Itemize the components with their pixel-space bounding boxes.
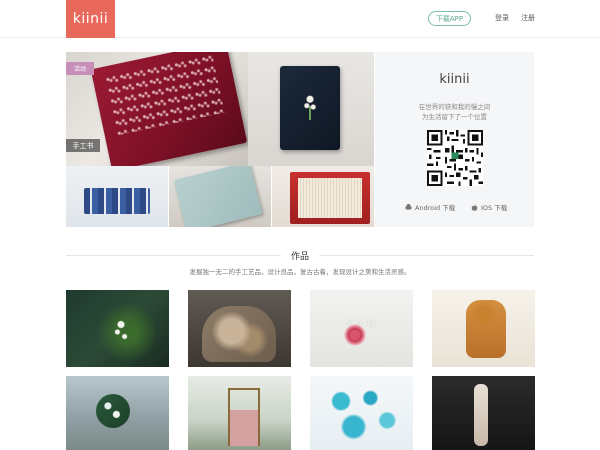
app-download-panel: kiinii 在世界的铁和我的慢之间 为生活留下了一个位置 Android 下载…: [375, 52, 534, 227]
register-link[interactable]: 注册: [521, 13, 535, 23]
works-section-title: 作品: [0, 249, 600, 262]
hero-image-green-book[interactable]: [169, 166, 271, 227]
panel-slogan-line2: 为生活留下了一个位置: [422, 113, 487, 121]
works-section-subtitle: 发掘独一无二的手工艺品，设计良品，复古古着，发现设计之美和生活灵感。: [189, 268, 411, 276]
red-notebook-image: [90, 52, 248, 166]
gallery-item-red-brooch[interactable]: YAN: [310, 290, 413, 367]
ios-download-label: IOS 下载: [481, 204, 508, 212]
android-download-label: Android 下载: [415, 204, 456, 212]
gallery-item-wooden-dog[interactable]: [432, 290, 535, 367]
top-header: kiinii 下载APP 登录 注册: [0, 0, 600, 38]
ios-download-link[interactable]: IOS 下载: [471, 202, 507, 212]
gallery-item-hanging-bag[interactable]: [188, 376, 291, 450]
category-badge: 手工书: [66, 139, 100, 152]
gallery-item-lily-of-the-valley[interactable]: [66, 290, 169, 367]
hero-image-red-notebook[interactable]: 活动 手工书: [66, 52, 248, 166]
qr-code-icon: [427, 130, 483, 186]
hero-image-navy-notebook[interactable]: [248, 52, 374, 166]
gallery-item-glass-dishes[interactable]: [310, 376, 413, 450]
login-link[interactable]: 登录: [495, 13, 509, 23]
green-book-image: [173, 166, 263, 227]
hero-banner: 活动 手工书 kiinii 在世界的铁和我的慢之间 为生活留下了一个位置 And…: [66, 52, 534, 227]
image-watermark: YAN: [346, 320, 380, 330]
panel-title: kiinii: [439, 72, 470, 87]
kiinii-logo[interactable]: kiinii: [66, 0, 115, 38]
hero-image-red-book[interactable]: [272, 166, 374, 227]
event-tag-badge: 活动: [66, 62, 94, 75]
navy-notebook-image: [280, 66, 340, 150]
panel-slogan-line1: 在世界的铁和我的慢之间: [418, 103, 491, 111]
apple-icon: [471, 203, 478, 211]
download-app-button[interactable]: 下载APP: [428, 11, 471, 26]
blue-book-image: [84, 188, 150, 214]
gallery-item-carved-figure[interactable]: [432, 376, 535, 450]
android-download-link[interactable]: Android 下载: [405, 202, 455, 212]
works-title-text: 作品: [280, 252, 319, 262]
hero-image-blue-book[interactable]: [66, 166, 168, 227]
android-icon: [405, 203, 412, 210]
gallery-item-printed-bag[interactable]: [188, 290, 291, 367]
red-book-image: [290, 172, 370, 224]
gallery-item-embroidered-ball[interactable]: [66, 376, 169, 450]
